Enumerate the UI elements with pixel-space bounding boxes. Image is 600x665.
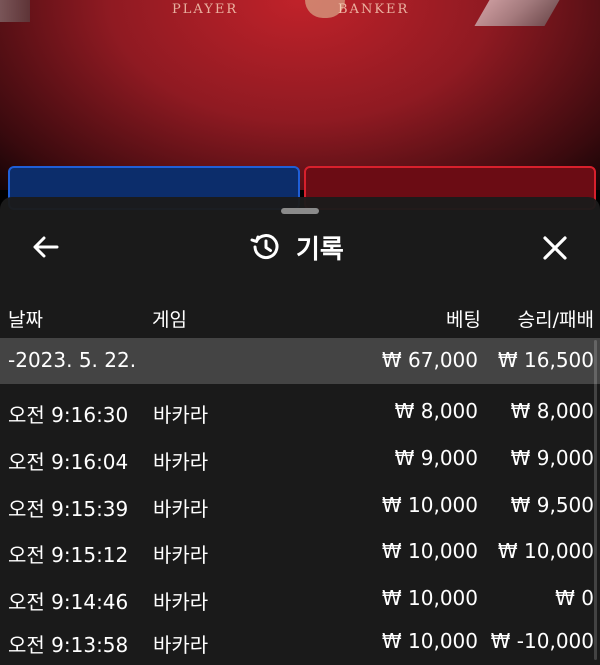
row-time: 오전 9:16:30 (8, 403, 129, 427)
row-bet: ₩ 10,000 (381, 586, 478, 610)
row-game: 바카라 (153, 403, 209, 427)
row-game: 바카라 (153, 497, 209, 521)
group-win-total: ₩ 16,500 (497, 348, 594, 372)
row-bet: ₩ 10,000 (381, 493, 478, 517)
history-row[interactable]: 오전 9:13:58 바카라 ₩ 10,000 ₩ -10,000 (0, 619, 600, 665)
row-game: 바카라 (153, 633, 209, 657)
column-header-win-loss: 승리/패배 (517, 309, 594, 331)
row-time: 오전 9:16:04 (8, 450, 129, 474)
row-time: 오전 9:13:58 (8, 633, 129, 657)
history-row[interactable]: 오전 9:16:04 바카라 ₩ 9,000 ₩ 9,000 (0, 436, 600, 482)
table-banker-label: BANKER (338, 2, 410, 17)
column-header-date: 날짜 (8, 309, 43, 331)
row-win: ₩ 9,000 (510, 446, 594, 470)
column-header-game: 게임 (152, 309, 187, 331)
row-win: ₩ -10,000 (490, 629, 594, 653)
row-win: ₩ 8,000 (510, 399, 594, 423)
history-sheet: 기록 날짜 게임 베팅 승리/패배 -2023. 5. 22. ₩ 67,000… (0, 197, 600, 665)
group-date: -2023. 5. 22. (8, 348, 137, 372)
drag-handle[interactable] (281, 208, 319, 214)
table-player-label: PLAYER (172, 2, 239, 17)
row-bet: ₩ 9,000 (394, 446, 478, 470)
history-row[interactable]: 오전 9:14:46 바카라 ₩ 10,000 ₩ 0 (0, 576, 600, 622)
scrollbar[interactable] (594, 340, 597, 660)
row-time: 오전 9:15:12 (8, 543, 129, 567)
sheet-title: 기록 (296, 234, 344, 265)
history-row[interactable]: 오전 9:15:12 바카라 ₩ 10,000 ₩ 10,000 (0, 529, 600, 575)
row-bet: ₩ 8,000 (394, 399, 478, 423)
close-icon (543, 236, 567, 260)
row-bet: ₩ 10,000 (381, 629, 478, 653)
history-icon (250, 234, 279, 260)
date-group-row[interactable]: -2023. 5. 22. ₩ 67,000 ₩ 16,500 (0, 338, 600, 384)
row-time: 오전 9:15:39 (8, 497, 129, 521)
game-screen: PLAYER BANKER 기록 날짜 게임 베팅 승리/패배 -2023. 5… (0, 0, 600, 665)
arrow-left-icon (33, 236, 59, 258)
group-bet-total: ₩ 67,000 (381, 348, 478, 372)
back-button[interactable] (28, 230, 62, 264)
card-shoe (474, 0, 560, 26)
column-header-bet: 베팅 (446, 309, 481, 331)
row-win: ₩ 9,500 (510, 493, 594, 517)
row-win: ₩ 10,000 (497, 539, 594, 563)
history-row[interactable]: 오전 9:16:30 바카라 ₩ 8,000 ₩ 8,000 (0, 389, 600, 435)
sheet-header: 기록 (250, 228, 344, 266)
row-bet: ₩ 10,000 (381, 539, 478, 563)
row-game: 바카라 (153, 543, 209, 567)
table-lamp (0, 0, 30, 22)
baccarat-table-background: PLAYER BANKER (0, 0, 600, 190)
close-button[interactable] (537, 230, 573, 266)
row-game: 바카라 (153, 450, 209, 474)
history-row[interactable]: 오전 9:15:39 바카라 ₩ 10,000 ₩ 9,500 (0, 483, 600, 529)
row-game: 바카라 (153, 590, 209, 614)
row-time: 오전 9:14:46 (8, 590, 129, 614)
row-win: ₩ 0 (555, 586, 594, 610)
